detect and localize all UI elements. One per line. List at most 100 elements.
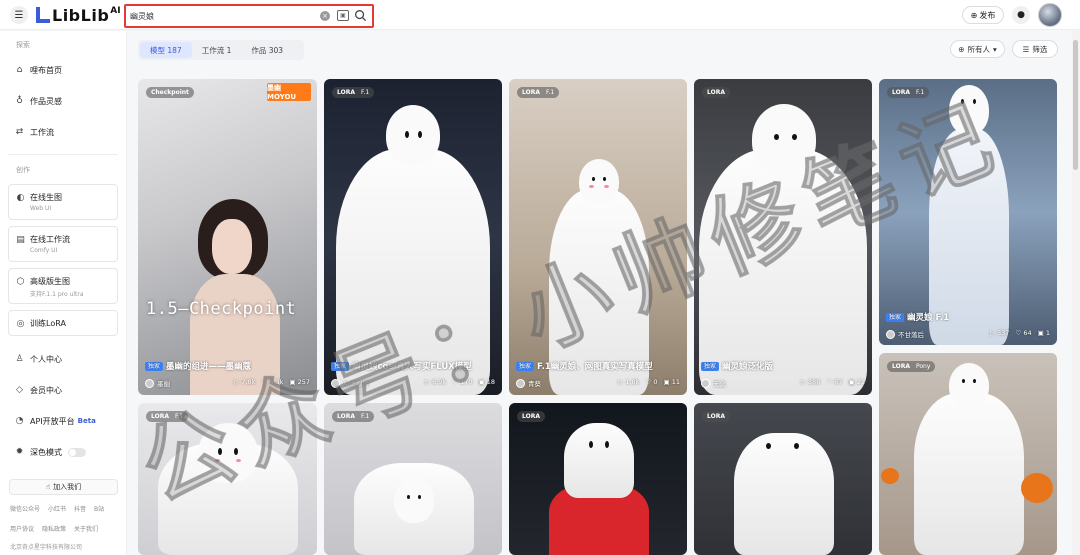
model-card[interactable]: LORA F.1	[324, 403, 502, 555]
message-icon[interactable]: ●	[1012, 6, 1030, 24]
model-type-tag: LORA F.1	[887, 87, 930, 98]
tool-web-ui[interactable]: ◐ 在线生图 Web UI	[8, 184, 118, 220]
card-title: 独家 F.1幽灵娘、网图真实写真模型	[516, 360, 653, 372]
ghost-blush	[589, 185, 594, 188]
sidebar-item-inspiration[interactable]: ♁ 作品灵感	[14, 93, 62, 109]
thumb-icon: ☝	[45, 483, 51, 491]
tool-comfy-ui[interactable]: ▤ 在线工作流 Comfy UI	[8, 226, 118, 262]
ghost-eye	[605, 441, 609, 448]
tool-train-lora[interactable]: ◎ 训练LoRA	[8, 310, 118, 336]
tab-works[interactable]: 作品 303	[241, 42, 293, 58]
tool-sub: 支持F.1.1 pro ultra	[30, 291, 84, 298]
sidebar-item-dark-mode[interactable]: ✹ 深色模式	[14, 444, 86, 460]
author-avatar	[331, 378, 340, 388]
author-avatar	[701, 378, 710, 388]
link-bilibili[interactable]: B站	[94, 504, 104, 513]
ghost-eye	[794, 443, 799, 449]
card-stats: ▷ 386 ♡ 67 ▣ 21	[800, 378, 865, 386]
author-avatar	[145, 378, 154, 388]
join-us-button[interactable]: ☝ 加入我们	[9, 479, 118, 495]
sidebar-item-api[interactable]: ◔ API开放平台 Beta	[14, 413, 96, 429]
owner-filter-button[interactable]: ⊕ 所有人 ▾	[950, 40, 1005, 58]
liblib-logo[interactable]: LibLib AI	[36, 5, 121, 25]
ghost-eye	[792, 134, 797, 140]
card-meta: 墨幽 ▷ 7.8k ♡ 4.3k ▣ 257	[145, 378, 310, 388]
model-type-tag: Checkpoint	[146, 87, 194, 98]
card-stats: ▷ 6.9k ♡ 170 ▣ 18	[424, 378, 495, 386]
model-card[interactable]: LORA	[509, 403, 687, 555]
model-type-tag: LORA F.1	[332, 411, 375, 422]
owner-label: 所有人	[967, 44, 991, 54]
ghost-eye	[418, 131, 422, 138]
card-author[interactable]: 无念	[701, 378, 726, 388]
footer-links-social: 微信公众号 小红书 抖音 B站	[10, 504, 104, 513]
link-wechat[interactable]: 微信公众号	[10, 504, 40, 513]
dark-mode-toggle[interactable]	[68, 447, 86, 457]
ghost-eye	[766, 443, 771, 449]
sidebar-item-label: 哩布首页	[30, 65, 62, 75]
card-title: 独家 幽灵娘 F.1	[886, 311, 949, 323]
sidebar-item-home[interactable]: ⌂ 哩布首页	[14, 62, 62, 78]
card-author[interactable]: 青葵	[516, 378, 541, 388]
clear-icon[interactable]: ×	[320, 11, 330, 21]
ghost-figure	[564, 423, 634, 498]
model-card[interactable]: LORA	[694, 403, 872, 555]
model-card[interactable]: LORA F.1 独家 F.1幽灵娘、网图真实写真模型 青葵 ▷ 1.8k ♡ 0 ▣ …	[509, 79, 687, 395]
model-type-tag: LORA	[702, 411, 730, 422]
tab-workflows[interactable]: 工作流 1	[192, 42, 242, 58]
link-user-agreement[interactable]: 用户协议	[10, 524, 34, 533]
sidebar-item-label: 作品灵感	[30, 96, 62, 106]
ghost-figure	[198, 423, 258, 483]
logo-text: LibLib	[52, 5, 110, 25]
search-icon[interactable]	[354, 9, 367, 22]
exclusive-badge: 独家	[886, 312, 905, 322]
sidebar-item-personal[interactable]: ♙ 个人中心	[14, 351, 62, 367]
divider	[8, 154, 118, 155]
pumpkin-icon	[1021, 473, 1053, 503]
ghost-figure	[336, 149, 490, 395]
publish-button[interactable]: ⊕ 发布	[962, 6, 1004, 24]
home-icon: ⌂	[16, 65, 23, 75]
filter-label: 筛选	[1032, 44, 1048, 54]
ghost-eye	[418, 495, 421, 499]
ghost-figure	[699, 149, 867, 395]
link-douyin[interactable]: 抖音	[74, 504, 86, 513]
card-title: 独家 墨幽的组进——墨幽蔻	[145, 360, 251, 372]
ghost-eye	[774, 134, 779, 140]
user-avatar[interactable]	[1038, 3, 1062, 27]
scrollbar-thumb[interactable]	[1073, 40, 1078, 170]
model-card[interactable]: LORA Pony	[879, 353, 1057, 555]
filter-button[interactable]: ☰ 筛选	[1012, 40, 1058, 58]
card-title: 独家 幽灵娘泛化版	[701, 360, 773, 372]
card-meta: 无念 ▷ 386 ♡ 67 ▣ 21	[701, 378, 865, 388]
ghost-eye	[407, 495, 410, 499]
user-icon: ♙	[15, 354, 24, 364]
image-search-icon[interactable]: ▣	[337, 10, 349, 21]
model-card[interactable]: LORA F.1 独家 幽灵娘cos 真人写实FLUX模型 AI虚拟姬 ▷ 6.9k…	[324, 79, 502, 395]
model-card[interactable]: LORA 独家 幽灵娘泛化版 无念 ▷ 386 ♡ 67 ▣ 21	[694, 79, 872, 395]
globe-icon: ⊕	[958, 44, 965, 54]
tab-models[interactable]: 模型 187	[140, 42, 192, 58]
menu-icon[interactable]: ☰	[10, 6, 28, 24]
model-card[interactable]: Checkpoint 墨幽 MOYOU 1.5—Checkpoint 独家 墨幽的…	[138, 79, 317, 395]
search-input[interactable]	[130, 8, 310, 24]
search-bar[interactable]: × ▣	[124, 4, 374, 28]
card-author[interactable]: AI虚拟姬	[331, 378, 369, 388]
model-type-tag: LORA	[702, 87, 730, 98]
model-type-tag: LORA	[517, 411, 545, 422]
flow-icon: ▤	[16, 234, 25, 245]
model-card[interactable]: LORA F.1	[138, 403, 317, 555]
sidebar-item-member[interactable]: ◇ 会员中心	[14, 382, 62, 398]
card-figure	[190, 274, 280, 395]
tool-advanced[interactable]: ⬡ 高级版生图 支持F.1.1 pro ultra	[8, 268, 118, 304]
model-card[interactable]: LORA F.1 独家 幽灵娘 F.1 不甘落后 ▷ 337 ♡ 64 ▣ 1	[879, 79, 1057, 345]
sidebar-item-label: 会员中心	[30, 385, 62, 395]
card-author[interactable]: 不甘落后	[886, 329, 924, 339]
ghost-figure	[949, 363, 989, 408]
link-xiaohongshu[interactable]: 小红书	[48, 504, 66, 513]
card-author[interactable]: 墨幽	[145, 378, 170, 388]
ghost-figure	[949, 85, 989, 135]
link-privacy[interactable]: 隐私政策	[42, 524, 66, 533]
sidebar-item-workflow[interactable]: ⇄ 工作流	[14, 124, 54, 140]
link-about[interactable]: 关于我们	[74, 524, 98, 533]
